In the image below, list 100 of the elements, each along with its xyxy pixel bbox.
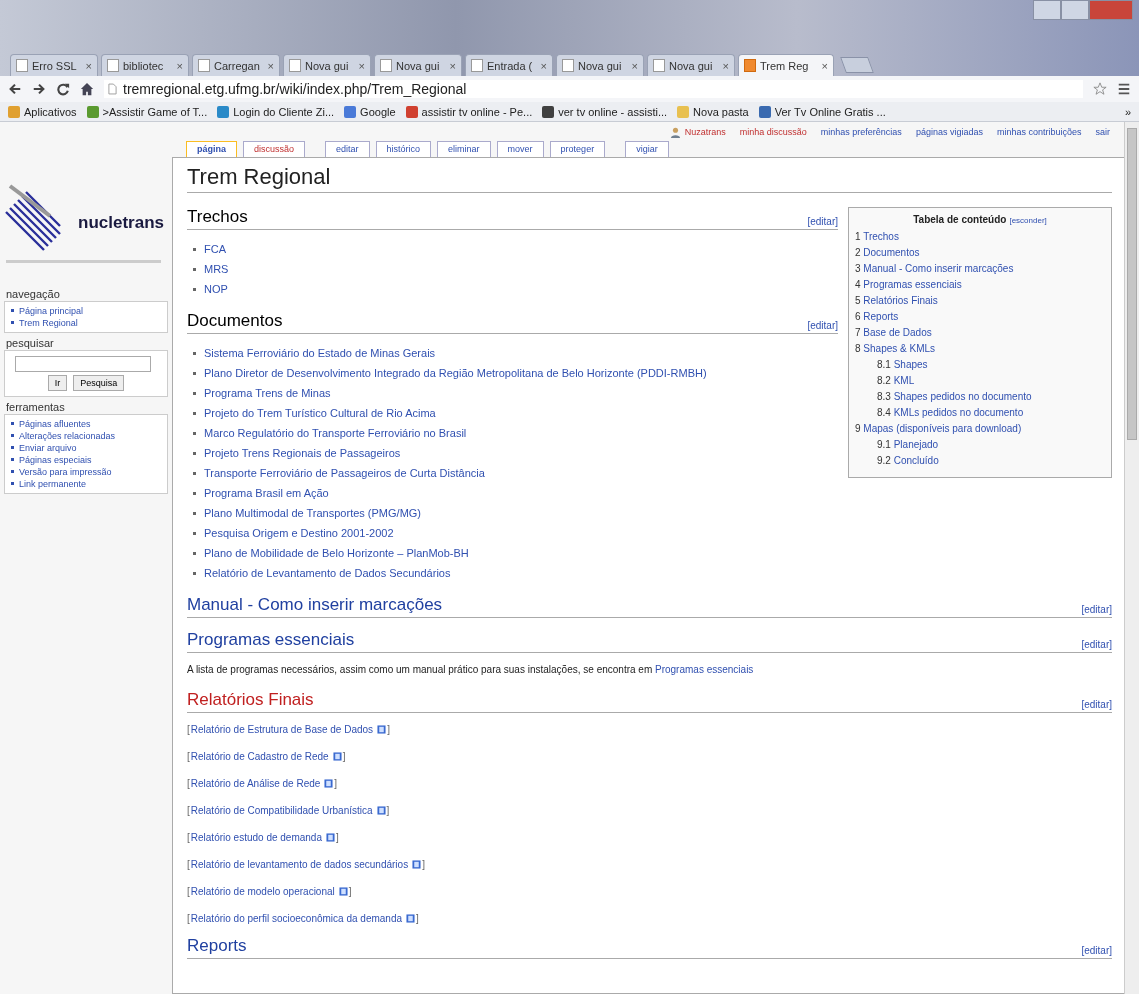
toc-link[interactable]: 8.1 Shapes: [855, 357, 1105, 373]
sidebar-link[interactable]: Versão para impressão: [19, 466, 112, 478]
edit-link[interactable]: [editar]: [1081, 945, 1112, 956]
document-link[interactable]: FCA: [204, 239, 226, 259]
document-link[interactable]: Sistema Ferroviário do Estado de Minas Gerais: [204, 343, 436, 363]
scrollbar[interactable]: [1124, 122, 1139, 994]
bookmark[interactable]: Nova pasta: [677, 105, 749, 118]
bookmark[interactable]: Ver Tv Online Gratis ...: [758, 105, 886, 118]
page-tab[interactable]: editar: [325, 141, 370, 157]
forward-icon[interactable]: [32, 82, 46, 96]
close-icon[interactable]: ×: [358, 59, 365, 72]
page-tab[interactable]: histórico: [375, 141, 432, 157]
page-tab[interactable]: mover: [496, 141, 544, 157]
new-tab-button[interactable]: [840, 57, 874, 73]
document-link[interactable]: MRS: [204, 259, 229, 279]
bookmark[interactable]: ver tv online - assisti...: [542, 105, 668, 118]
toc-link[interactable]: 2 Documentos: [855, 245, 1105, 261]
inline-link[interactable]: Programas essenciais: [655, 664, 754, 675]
user-link[interactable]: páginas vigiadas: [915, 127, 983, 137]
user-link[interactable]: sair: [1095, 127, 1110, 137]
toc-link[interactable]: 7 Base de Dados: [855, 325, 1105, 341]
page-tab[interactable]: discussão: [243, 141, 306, 157]
browser-tab[interactable]: Carregan ×: [192, 54, 280, 76]
star-icon[interactable]: [1093, 82, 1107, 96]
report-link[interactable]: Relatório de modelo operacional: [190, 886, 335, 897]
close-icon[interactable]: ×: [267, 59, 274, 72]
section-heading[interactable]: Manual - Como inserir marcações: [187, 595, 443, 615]
browser-tab[interactable]: Nova gui ×: [556, 54, 644, 76]
report-link[interactable]: Relatório estudo de demanda: [190, 832, 322, 843]
document-link[interactable]: Transporte Ferroviário de Passageiros de Curta Distância: [204, 463, 485, 483]
edit-link[interactable]: [editar]: [1081, 604, 1112, 615]
toc-link[interactable]: 8 Shapes & KMLs: [855, 341, 1105, 357]
edit-link[interactable]: [editar]: [807, 320, 838, 331]
report-link[interactable]: Relatório de Estrutura de Base de Dados: [190, 724, 374, 735]
maximize-button[interactable]: [1061, 0, 1089, 20]
document-link[interactable]: Relatório de Levantamento de Dados Secundários: [204, 563, 451, 583]
section-heading[interactable]: Reports: [187, 936, 247, 956]
close-icon[interactable]: ×: [540, 59, 547, 72]
toc-link[interactable]: 4 Programas essenciais: [855, 277, 1105, 293]
search-field[interactable]: [15, 356, 151, 372]
toc-link[interactable]: 1 Trechos: [855, 229, 1105, 245]
sidebar-link[interactable]: Páginas afluentes: [19, 418, 91, 430]
scroll-thumb[interactable]: [1127, 128, 1137, 440]
hide-link[interactable]: [esconder]: [1009, 216, 1047, 225]
toc-link[interactable]: 9 Mapas (disponíveis para download): [855, 421, 1105, 437]
search-button[interactable]: Pesquisa: [73, 375, 125, 391]
report-link[interactable]: Relatório de Compatibilidade Urbanística: [190, 805, 373, 816]
report-link[interactable]: Relatório de Cadastro de Rede: [190, 751, 329, 762]
bookmark[interactable]: >Assistir Game of T...: [86, 105, 208, 118]
browser-tab[interactable]: Erro SSL ×: [10, 54, 98, 76]
page-tab[interactable]: eliminar: [437, 141, 491, 157]
report-link[interactable]: Relatório de levantamento de dados secundários: [190, 859, 409, 870]
document-link[interactable]: Plano Diretor de Desenvolvimento Integrado da Região Metropolitana de Belo Horizonte (PDDI-RMBH): [204, 363, 707, 383]
menu-icon[interactable]: [1117, 82, 1131, 96]
close-button[interactable]: [1089, 0, 1133, 20]
toc-link[interactable]: 9.1 Planejado: [855, 437, 1105, 453]
browser-tab[interactable]: Entrada ( ×: [465, 54, 553, 76]
close-icon[interactable]: ×: [722, 59, 729, 72]
more-bookmarks-button[interactable]: »: [1124, 105, 1131, 118]
browser-tab[interactable]: Trem Reg ×: [738, 54, 834, 76]
toc-link[interactable]: 8.4 KMLs pedidos no documento: [855, 405, 1105, 421]
user-link[interactable]: minha discussão: [739, 127, 807, 137]
document-link[interactable]: Pesquisa Origem e Destino 2001-2002: [204, 523, 394, 543]
close-icon[interactable]: ×: [176, 59, 183, 72]
document-link[interactable]: Marco Regulatório do Transporte Ferroviário no Brasil: [204, 423, 467, 443]
user-link[interactable]: minhas preferências: [820, 127, 902, 137]
close-icon[interactable]: ×: [449, 59, 456, 72]
home-icon[interactable]: [80, 82, 94, 96]
toc-link[interactable]: 9.2 Concluído: [855, 453, 1105, 469]
toc-link[interactable]: 8.2 KML: [855, 373, 1105, 389]
bookmark[interactable]: assistir tv online - Pe...: [405, 105, 533, 118]
document-link[interactable]: NOP: [204, 279, 228, 299]
browser-tab[interactable]: Nova gui ×: [647, 54, 735, 76]
toc-link[interactable]: 6 Reports: [855, 309, 1105, 325]
document-link[interactable]: Projeto do Trem Turístico Cultural de Rio Acima: [204, 403, 436, 423]
browser-tab[interactable]: Nova gui ×: [283, 54, 371, 76]
browser-tab[interactable]: Nova gui ×: [374, 54, 462, 76]
section-heading[interactable]: Programas essenciais: [187, 630, 355, 650]
back-icon[interactable]: [8, 82, 22, 96]
sidebar-link[interactable]: Página principal: [19, 305, 84, 317]
search-button[interactable]: Ir: [47, 375, 68, 391]
edit-link[interactable]: [editar]: [1081, 699, 1112, 710]
sidebar-link[interactable]: Enviar arquivo: [19, 442, 77, 454]
toc-link[interactable]: 8.3 Shapes pedidos no documento: [855, 389, 1105, 405]
bookmark[interactable]: Google: [344, 105, 396, 118]
sidebar-link[interactable]: Páginas especiais: [19, 454, 92, 466]
close-icon[interactable]: ×: [85, 59, 92, 72]
user-link[interactable]: Nuzatrans: [684, 127, 726, 137]
sidebar-link[interactable]: Alterações relacionadas: [19, 430, 116, 442]
toc-link[interactable]: 5 Relatórios Finais: [855, 293, 1105, 309]
user-link[interactable]: minhas contribuições: [996, 127, 1082, 137]
document-link[interactable]: Plano Multimodal de Transportes (PMG/MG): [204, 503, 422, 523]
report-link[interactable]: Relatório de Análise de Rede: [190, 778, 321, 789]
page-tab[interactable]: proteger: [549, 141, 606, 157]
close-icon[interactable]: ×: [631, 59, 638, 72]
page-tab[interactable]: vigiar: [625, 141, 669, 157]
close-icon[interactable]: ×: [821, 59, 828, 72]
sidebar-link[interactable]: Trem Regional: [19, 317, 78, 329]
sidebar-link[interactable]: Link permanente: [19, 478, 87, 490]
toc-link[interactable]: 3 Manual - Como inserir marcações: [855, 261, 1105, 277]
